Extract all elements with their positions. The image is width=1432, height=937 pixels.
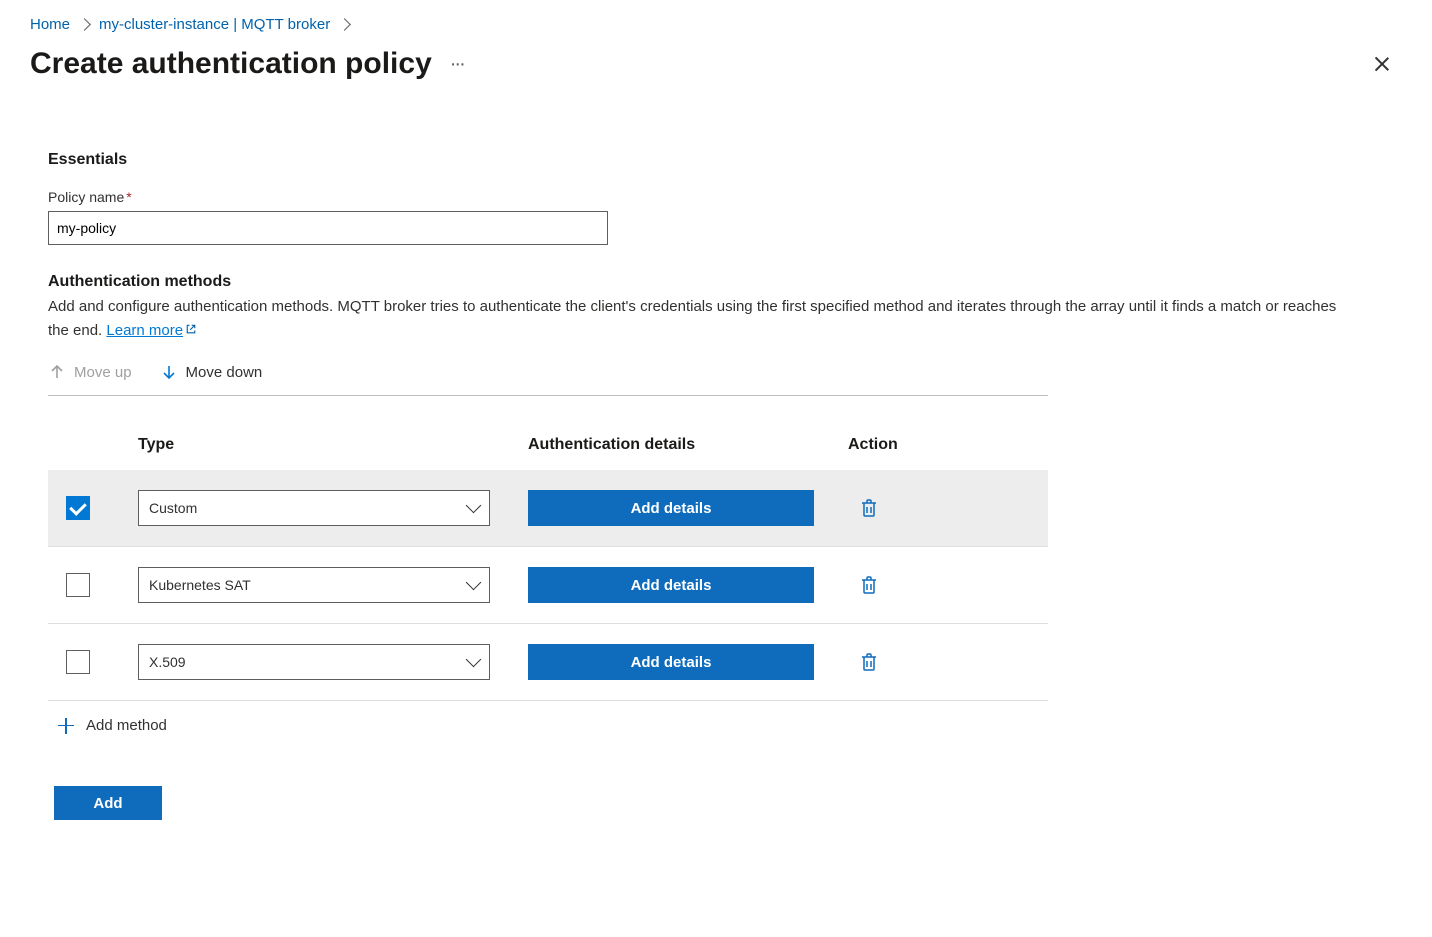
breadcrumb: Home my-cluster-instance | MQTT broker <box>30 10 1390 41</box>
delete-row-button[interactable] <box>860 652 878 672</box>
chevron-down-icon <box>466 498 482 514</box>
col-action: Action <box>848 436 1048 454</box>
auth-type-value: Kubernetes SAT <box>149 577 251 593</box>
auth-methods-heading: Authentication methods <box>48 273 1390 291</box>
arrow-up-icon <box>48 363 66 381</box>
essentials-heading: Essentials <box>48 151 1390 169</box>
external-link-icon <box>185 319 197 343</box>
chevron-down-icon <box>466 575 482 591</box>
auth-type-value: X.509 <box>149 654 186 670</box>
more-actions-icon[interactable]: ··· <box>450 54 464 74</box>
add-submit-button[interactable]: Add <box>54 786 162 820</box>
required-indicator: * <box>126 189 131 205</box>
delete-row-button[interactable] <box>860 498 878 518</box>
col-type: Type <box>138 436 528 454</box>
auth-methods-table: Type Authentication details Action Custo… <box>48 426 1048 740</box>
table-row: Custom Add details <box>48 470 1048 547</box>
delete-row-button[interactable] <box>860 575 878 595</box>
add-method-button[interactable]: Add method <box>48 701 167 740</box>
table-row: Kubernetes SAT Add details <box>48 547 1048 624</box>
auth-type-select[interactable]: Kubernetes SAT <box>138 567 490 603</box>
learn-more-link[interactable]: Learn more <box>106 322 197 339</box>
breadcrumb-home[interactable]: Home <box>30 16 70 33</box>
page-title: Create authentication policy <box>30 47 432 81</box>
table-header: Type Authentication details Action <box>48 426 1048 470</box>
chevron-down-icon <box>466 652 482 668</box>
auth-type-value: Custom <box>149 500 197 516</box>
move-down-button[interactable]: Move down <box>160 363 263 381</box>
move-up-button[interactable]: Move up <box>48 363 132 381</box>
policy-name-label: Policy name* <box>48 189 1390 205</box>
plus-icon <box>58 718 74 734</box>
arrow-down-icon <box>160 363 178 381</box>
auth-type-select[interactable]: Custom <box>138 490 490 526</box>
add-method-label: Add method <box>86 717 167 734</box>
order-toolbar: Move up Move down <box>48 363 1048 396</box>
add-details-button[interactable]: Add details <box>528 490 814 526</box>
auth-methods-description: Add and configure authentication methods… <box>48 295 1348 343</box>
row-select-checkbox[interactable] <box>66 650 90 674</box>
chevron-right-icon <box>340 16 349 33</box>
add-details-button[interactable]: Add details <box>528 644 814 680</box>
auth-type-select[interactable]: X.509 <box>138 644 490 680</box>
row-select-checkbox[interactable] <box>66 573 90 597</box>
breadcrumb-instance[interactable]: my-cluster-instance | MQTT broker <box>99 16 330 33</box>
col-details: Authentication details <box>528 436 848 454</box>
table-row: X.509 Add details <box>48 624 1048 701</box>
policy-name-input[interactable] <box>48 211 608 245</box>
row-select-checkbox[interactable] <box>66 496 90 520</box>
chevron-right-icon <box>80 16 89 33</box>
close-icon[interactable] <box>1372 55 1390 73</box>
title-row: Create authentication policy ··· <box>30 47 1390 81</box>
add-details-button[interactable]: Add details <box>528 567 814 603</box>
